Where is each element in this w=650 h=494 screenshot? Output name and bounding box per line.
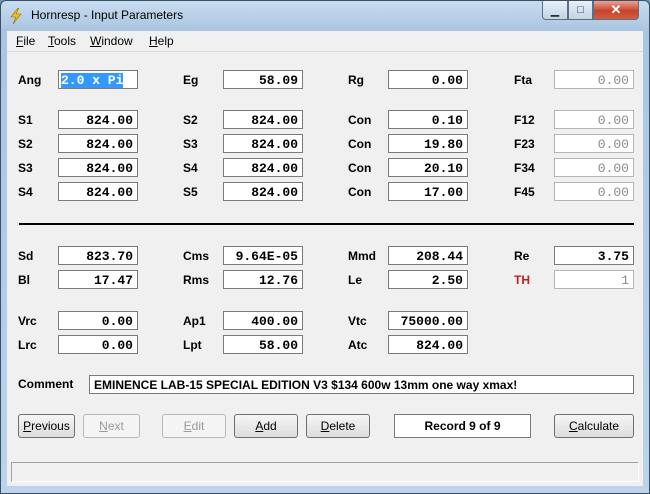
field-re[interactable]: 3.75 [554, 246, 634, 265]
field-s3-row[interactable]: 824.00 [58, 158, 138, 177]
label-lpt: Lpt [183, 338, 202, 352]
label-f45: F45 [514, 185, 535, 199]
label-con-3: Con [348, 161, 372, 175]
field-lpt[interactable]: 58.00 [223, 335, 303, 354]
close-icon: ✕ [610, 2, 622, 17]
label-rg: Rg [348, 73, 364, 87]
field-s5[interactable]: 824.00 [223, 182, 303, 201]
field-con-3[interactable]: 20.10 [388, 158, 468, 177]
label-sd: Sd [18, 249, 34, 263]
comment-field[interactable]: EMINENCE LAB-15 SPECIAL EDITION V3 $134 … [89, 375, 634, 394]
menu-help[interactable]: Help [149, 34, 174, 48]
field-f45[interactable]: 0.00 [554, 182, 634, 201]
minimize-button[interactable]: ▁ [542, 1, 568, 20]
label-s4-row: S4 [18, 185, 33, 199]
field-bl[interactable]: 17.47 [58, 270, 138, 289]
label-f34: F34 [514, 161, 535, 175]
field-rg[interactable]: 0.00 [388, 70, 468, 89]
field-ang[interactable]: 2.0 x Pi [58, 70, 138, 89]
label-comment: Comment [18, 377, 74, 391]
maximize-button[interactable]: □ [568, 1, 593, 20]
field-le[interactable]: 2.50 [388, 270, 468, 289]
menu-tools[interactable]: Tools [48, 34, 76, 48]
field-con-2[interactable]: 19.80 [388, 134, 468, 153]
field-lrc[interactable]: 0.00 [58, 335, 138, 354]
field-f12[interactable]: 0.00 [554, 110, 634, 129]
label-s4: S4 [183, 161, 198, 175]
label-atc: Atc [348, 338, 368, 352]
delete-button[interactable]: Delete [306, 414, 370, 438]
label-s3-row: S3 [18, 161, 33, 175]
label-vrc: Vrc [18, 314, 37, 328]
add-button[interactable]: Add [234, 414, 298, 438]
field-s4-row[interactable]: 824.00 [58, 182, 138, 201]
maximize-icon: □ [577, 4, 584, 16]
field-eg[interactable]: 58.09 [223, 70, 303, 89]
field-s2-row[interactable]: 824.00 [58, 134, 138, 153]
edit-button[interactable]: Edit [162, 414, 226, 438]
label-th: TH [514, 273, 530, 287]
title-bar[interactable]: Hornresp - Input Parameters ▁ □ ✕ [1, 1, 649, 31]
label-re: Re [514, 249, 530, 263]
field-th[interactable]: 1 [554, 270, 634, 289]
label-fta: Fta [514, 73, 532, 87]
calculate-button[interactable]: Calculate [554, 414, 634, 438]
field-vtc[interactable]: 75000.00 [388, 311, 468, 330]
section-divider [19, 223, 634, 225]
label-ap1: Ap1 [183, 314, 206, 328]
field-fta[interactable]: 0.00 [554, 70, 634, 89]
label-con-1: Con [348, 113, 372, 127]
next-button[interactable]: Next [83, 414, 140, 438]
record-indicator: Record 9 of 9 [394, 414, 531, 438]
status-bar [11, 462, 639, 482]
field-mmd[interactable]: 208.44 [388, 246, 468, 265]
label-cms: Cms [183, 249, 210, 263]
label-eg: Eg [183, 73, 199, 87]
label-f23: F23 [514, 137, 535, 151]
field-f23[interactable]: 0.00 [554, 134, 634, 153]
label-lrc: Lrc [18, 338, 37, 352]
menu-file[interactable]: File [16, 34, 35, 48]
menu-window[interactable]: Window [90, 34, 133, 48]
field-s3[interactable]: 824.00 [223, 134, 303, 153]
menu-bar: File Tools Window Help [7, 31, 643, 52]
field-con-4[interactable]: 17.00 [388, 182, 468, 201]
label-rms: Rms [183, 273, 210, 287]
lightning-icon [10, 8, 22, 24]
field-vrc[interactable]: 0.00 [58, 311, 138, 330]
field-rms[interactable]: 12.76 [223, 270, 303, 289]
label-f12: F12 [514, 113, 535, 127]
field-ap1[interactable]: 400.00 [223, 311, 303, 330]
label-s1: S1 [18, 113, 33, 127]
label-vtc: Vtc [348, 314, 367, 328]
field-s4[interactable]: 824.00 [223, 158, 303, 177]
label-s2-row: S2 [18, 137, 33, 151]
label-con-4: Con [348, 185, 372, 199]
field-con-1[interactable]: 0.10 [388, 110, 468, 129]
label-s3: S3 [183, 137, 198, 151]
field-s1[interactable]: 824.00 [58, 110, 138, 129]
label-s5: S5 [183, 185, 198, 199]
app-window: Hornresp - Input Parameters ▁ □ ✕ File T… [0, 0, 650, 494]
field-f34[interactable]: 0.00 [554, 158, 634, 177]
field-sd[interactable]: 823.70 [58, 246, 138, 265]
window-title: Hornresp - Input Parameters [31, 8, 184, 22]
close-button[interactable]: ✕ [593, 1, 639, 20]
field-cms[interactable]: 9.64E-05 [223, 246, 303, 265]
field-s2[interactable]: 824.00 [223, 110, 303, 129]
field-atc[interactable]: 824.00 [388, 335, 468, 354]
label-ang: Ang [18, 73, 42, 87]
parameters-panel: Ang 2.0 x Pi Eg 58.09 Rg 0.00 Fta 0.00 S… [7, 52, 643, 486]
label-le: Le [348, 273, 363, 287]
previous-button[interactable]: Previous [18, 414, 75, 438]
label-s2: S2 [183, 113, 198, 127]
label-mmd: Mmd [348, 249, 376, 263]
minimize-icon: ▁ [550, 4, 560, 17]
label-bl: Bl [18, 273, 30, 287]
label-con-2: Con [348, 137, 372, 151]
